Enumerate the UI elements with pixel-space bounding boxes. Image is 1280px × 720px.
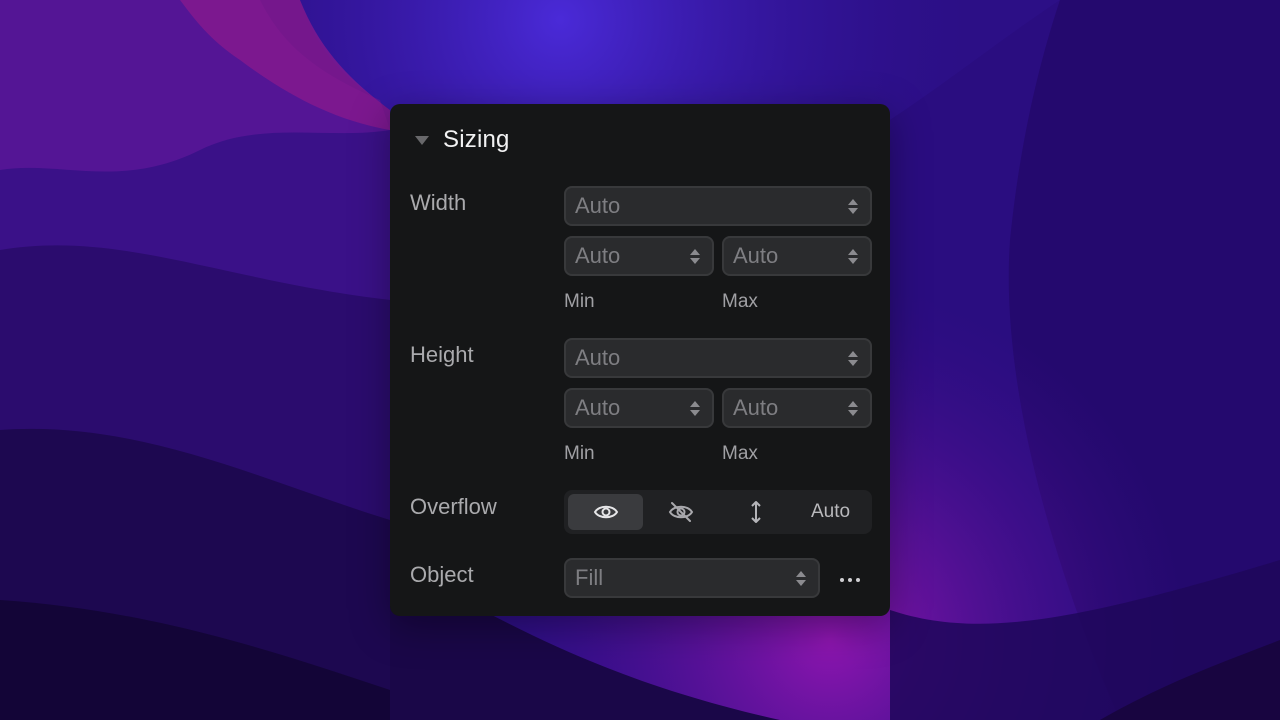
min-width-field[interactable]: Auto [564, 236, 714, 276]
max-height-value: Auto [733, 395, 779, 420]
height-select[interactable]: Auto [564, 338, 872, 378]
max-height-field[interactable]: Auto [722, 388, 872, 428]
max-width-label: Max [722, 291, 758, 312]
stepper-icon [848, 198, 858, 214]
stepper-icon [796, 570, 806, 586]
panel-header[interactable]: Sizing [410, 124, 510, 156]
height-value: Auto [575, 345, 621, 370]
max-width-field[interactable]: Auto [722, 236, 872, 276]
width-label: Width [410, 190, 467, 215]
object-fit-select[interactable]: Fill [564, 558, 820, 598]
stepper-icon [848, 350, 858, 366]
overflow-segmented-control: Auto [564, 490, 872, 534]
overflow-auto-button[interactable]: Auto [793, 494, 868, 530]
overflow-auto-label: Auto [810, 501, 851, 522]
max-height-label: Max [722, 443, 758, 464]
eye-icon [593, 505, 618, 519]
overflow-label: Overflow [410, 494, 497, 519]
stepper-icon [690, 400, 700, 416]
caret-down-icon[interactable] [415, 135, 429, 145]
overflow-visible-button[interactable] [568, 494, 643, 530]
overflow-scroll-button[interactable] [718, 494, 793, 530]
more-horizontal-icon [840, 578, 844, 582]
eye-off-icon [668, 502, 693, 522]
width-value: Auto [575, 193, 621, 218]
more-options-button[interactable] [830, 564, 870, 596]
object-label: Object [410, 562, 474, 587]
max-width-value: Auto [733, 243, 779, 268]
min-height-label: Min [564, 443, 595, 464]
min-height-value: Auto [575, 395, 621, 420]
vertical-arrows-icon [750, 501, 761, 523]
stepper-icon [690, 248, 700, 264]
width-select[interactable]: Auto [564, 186, 872, 226]
overflow-hidden-button[interactable] [643, 494, 718, 530]
object-fit-value: Fill [575, 565, 604, 590]
height-label: Height [410, 342, 474, 367]
sizing-panel: Sizing Width Auto Auto Auto Min Max Heig… [390, 104, 890, 616]
stepper-icon [848, 248, 858, 264]
min-width-value: Auto [575, 243, 621, 268]
min-width-label: Min [564, 291, 595, 312]
stepper-icon [848, 400, 858, 416]
panel-title: Sizing [443, 126, 510, 153]
min-height-field[interactable]: Auto [564, 388, 714, 428]
